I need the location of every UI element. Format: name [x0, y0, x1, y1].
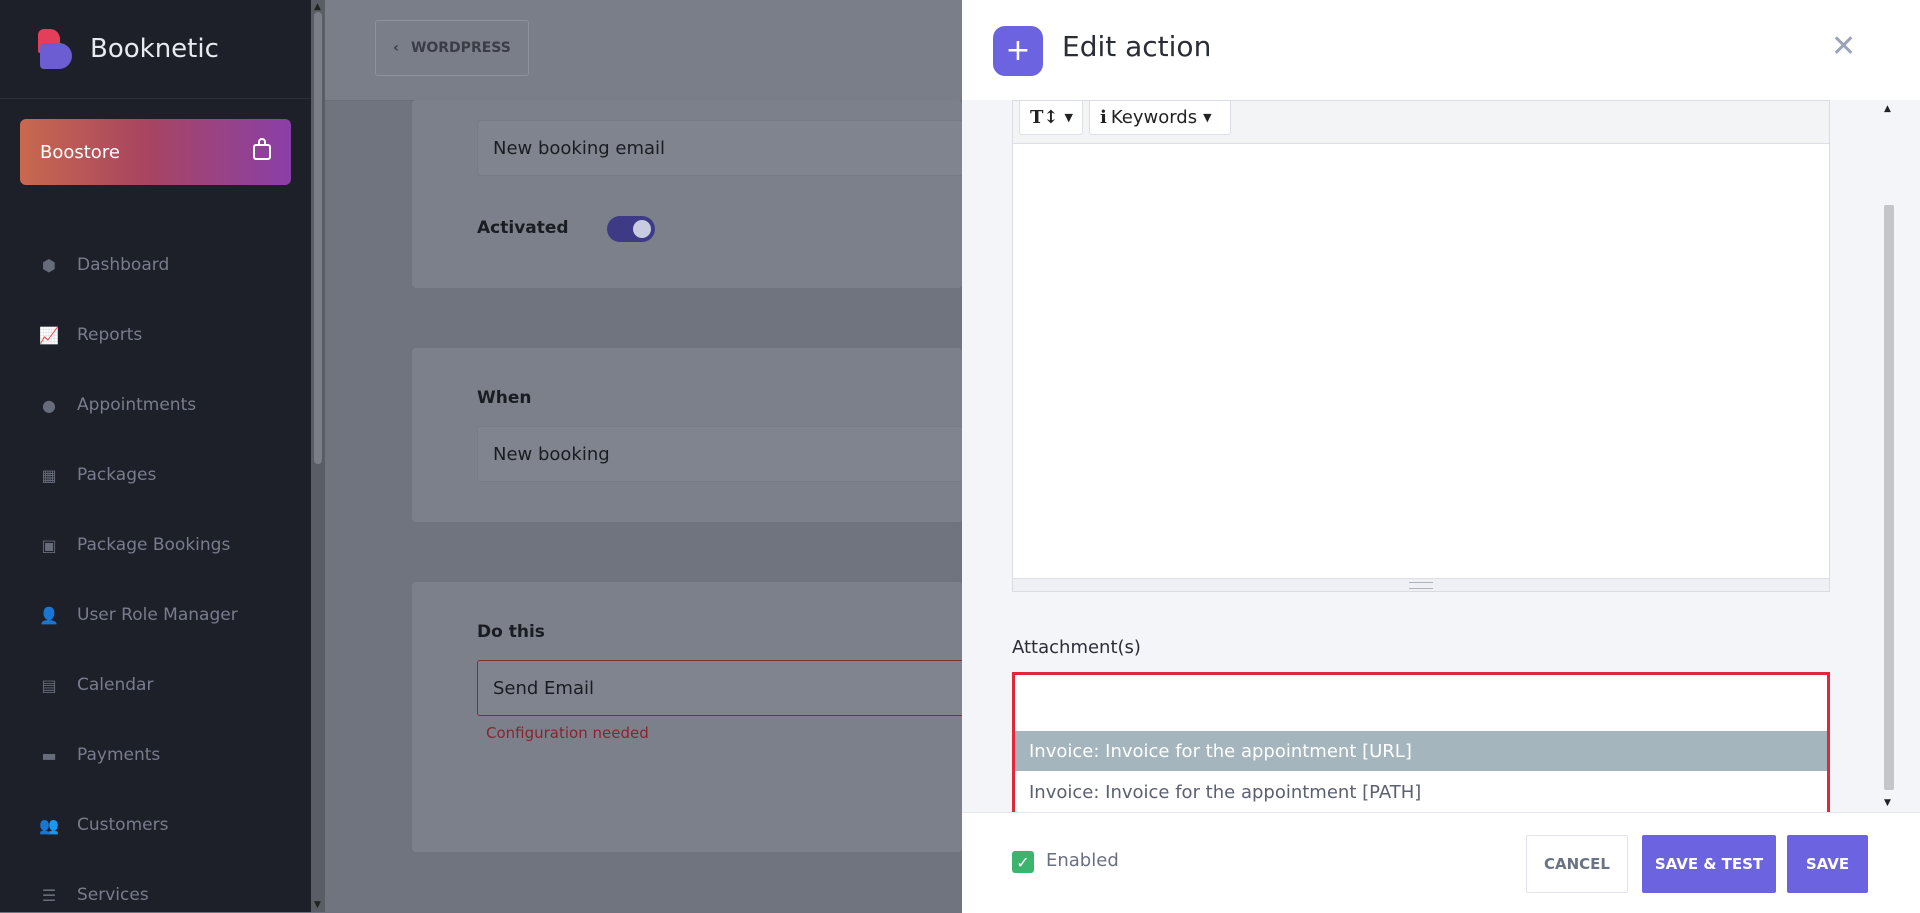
scroll-down-arrow-icon[interactable]: ▼ [1884, 798, 1891, 808]
workflow-name-value: New booking email [493, 137, 666, 159]
sidebar-item-label: Reports [77, 325, 143, 345]
editor-resize-handle[interactable] [1013, 578, 1829, 591]
sidebar-item-label: Customers [77, 815, 169, 835]
when-label: When [477, 388, 532, 408]
sidebar-item-label: User Role Manager [77, 605, 238, 625]
boostore-button[interactable]: Boostore [20, 119, 291, 185]
booknetic-logo-icon [38, 29, 74, 69]
do-this-value: Send Email [493, 677, 594, 699]
sidebar-item-label: Calendar [77, 675, 154, 695]
shopping-bag-icon [253, 138, 271, 160]
wordpress-back-button[interactable]: ‹ WORDPRESS [375, 20, 529, 76]
sidebar-item-label: Appointments [77, 395, 197, 415]
boxes-icon: ▦ [41, 465, 57, 485]
brand[interactable]: Booknetic [0, 0, 311, 99]
keywords-button[interactable]: i Keywords ▼ [1089, 101, 1231, 135]
close-icon[interactable]: ✕ [1831, 32, 1856, 62]
activated-toggle[interactable] [607, 216, 655, 242]
when-card: When New booking [412, 348, 962, 522]
plus-icon: + [993, 26, 1043, 76]
sidebar-item-services[interactable]: ☰ Services [0, 860, 311, 912]
list-icon: ☰ [41, 885, 57, 905]
panel-scroll-thumb[interactable] [1884, 205, 1894, 790]
users-icon: 👥 [39, 815, 59, 835]
panel-body: T↕ ▼ i Keywords ▼ Attachment(s) Invoice:… [962, 100, 1920, 814]
panel-footer: ✓ Enabled CANCEL SAVE & TEST SAVE [962, 812, 1920, 913]
topbar: ‹ WORDPRESS [325, 0, 962, 101]
edit-action-panel: + Edit action ✕ T↕ ▼ i Keywords ▼ Attach… [962, 0, 1920, 913]
sidebar-item-label: Services [77, 885, 149, 905]
scroll-down-arrow-icon[interactable]: ▼ [314, 900, 321, 910]
user-plus-icon: 👤 [39, 605, 59, 625]
wordpress-back-label: WORDPRESS [410, 40, 511, 56]
cancel-button[interactable]: CANCEL [1526, 835, 1628, 893]
sidebar-item-label: Payments [77, 745, 161, 765]
wallet-icon: ▬ [41, 745, 57, 765]
when-value: New booking [493, 443, 610, 465]
text-format-button[interactable]: T↕ ▼ [1019, 101, 1083, 135]
sidebar-item-payments[interactable]: ▬ Payments [0, 720, 311, 790]
sidebar-menu: ⬢ Dashboard 📈 Reports ● Appointments ▦ P… [0, 230, 311, 912]
sidebar-scrollbar[interactable]: ▲ ▼ [311, 0, 325, 912]
caret-down-icon: ▼ [1203, 111, 1212, 124]
attachment-label: Attachment(s) [1012, 637, 1141, 658]
attachment-select[interactable]: Invoice: Invoice for the appointment [UR… [1012, 672, 1830, 814]
config-error-text: Configuration needed [486, 724, 649, 742]
when-select[interactable]: New booking [477, 426, 962, 482]
do-this-label: Do this [477, 622, 545, 642]
enabled-checkbox[interactable]: ✓ [1012, 851, 1034, 873]
boostore-label: Boostore [40, 141, 120, 163]
sidebar-item-packages[interactable]: ▦ Packages [0, 440, 311, 510]
brand-name: Booknetic [90, 34, 219, 64]
sidebar: Booknetic Boostore ⬢ Dashboard 📈 Reports… [0, 0, 311, 912]
box-open-icon: ▣ [41, 535, 57, 555]
save-button[interactable]: SAVE [1787, 835, 1868, 893]
scroll-up-arrow-icon[interactable]: ▲ [314, 2, 321, 12]
text-format-icon: T↕ [1030, 107, 1059, 128]
sidebar-item-reports[interactable]: 📈 Reports [0, 300, 311, 370]
chevron-left-icon: ‹ [393, 40, 399, 56]
workflow-name-card: New booking email Activated [412, 100, 962, 288]
email-body-editor[interactable]: T↕ ▼ i Keywords ▼ [1012, 100, 1830, 592]
sidebar-item-user-role-manager[interactable]: 👤 User Role Manager [0, 580, 311, 650]
clock-icon: ● [42, 395, 56, 415]
activated-label: Activated [477, 218, 569, 238]
resize-grip-icon [1409, 582, 1433, 589]
sidebar-item-package-bookings[interactable]: ▣ Package Bookings [0, 510, 311, 580]
panel-scrollbar[interactable]: ▲ ▼ [1880, 100, 1898, 812]
keywords-label: Keywords [1110, 107, 1198, 128]
cube-icon: ⬢ [42, 255, 56, 275]
attachment-option-label: Invoice: Invoice for the appointment [UR… [1029, 740, 1412, 762]
do-this-card: Do this Send Email Configuration needed [412, 582, 962, 852]
enabled-label: Enabled [1046, 850, 1119, 871]
chart-icon: 📈 [39, 325, 59, 345]
attachment-option-path[interactable]: Invoice: Invoice for the appointment [PA… [1015, 772, 1827, 812]
save-and-test-button[interactable]: SAVE & TEST [1642, 835, 1776, 893]
sidebar-item-dashboard[interactable]: ⬢ Dashboard [0, 230, 311, 300]
sidebar-item-label: Package Bookings [77, 535, 231, 555]
attachment-option-label: Invoice: Invoice for the appointment [PA… [1029, 781, 1422, 803]
caret-down-icon: ▼ [1064, 111, 1073, 124]
check-icon: ✓ [1016, 852, 1030, 872]
panel-title: Edit action [1062, 30, 1212, 63]
sidebar-item-label: Packages [77, 465, 157, 485]
sidebar-item-appointments[interactable]: ● Appointments [0, 370, 311, 440]
sidebar-item-label: Dashboard [77, 255, 170, 275]
workflow-name-input[interactable]: New booking email [477, 120, 962, 176]
editor-toolbar: T↕ ▼ i Keywords ▼ [1013, 101, 1829, 144]
sidebar-item-customers[interactable]: 👥 Customers [0, 790, 311, 860]
scroll-up-arrow-icon[interactable]: ▲ [1884, 104, 1891, 114]
sidebar-scroll-thumb[interactable] [314, 12, 322, 464]
sidebar-item-calendar[interactable]: ▤ Calendar [0, 650, 311, 720]
do-this-action[interactable]: Send Email [477, 660, 962, 716]
panel-header: + Edit action ✕ [962, 0, 1920, 100]
attachment-option-url[interactable]: Invoice: Invoice for the appointment [UR… [1015, 731, 1827, 771]
calendar-check-icon: ▤ [41, 675, 57, 695]
info-icon: i [1100, 107, 1107, 128]
